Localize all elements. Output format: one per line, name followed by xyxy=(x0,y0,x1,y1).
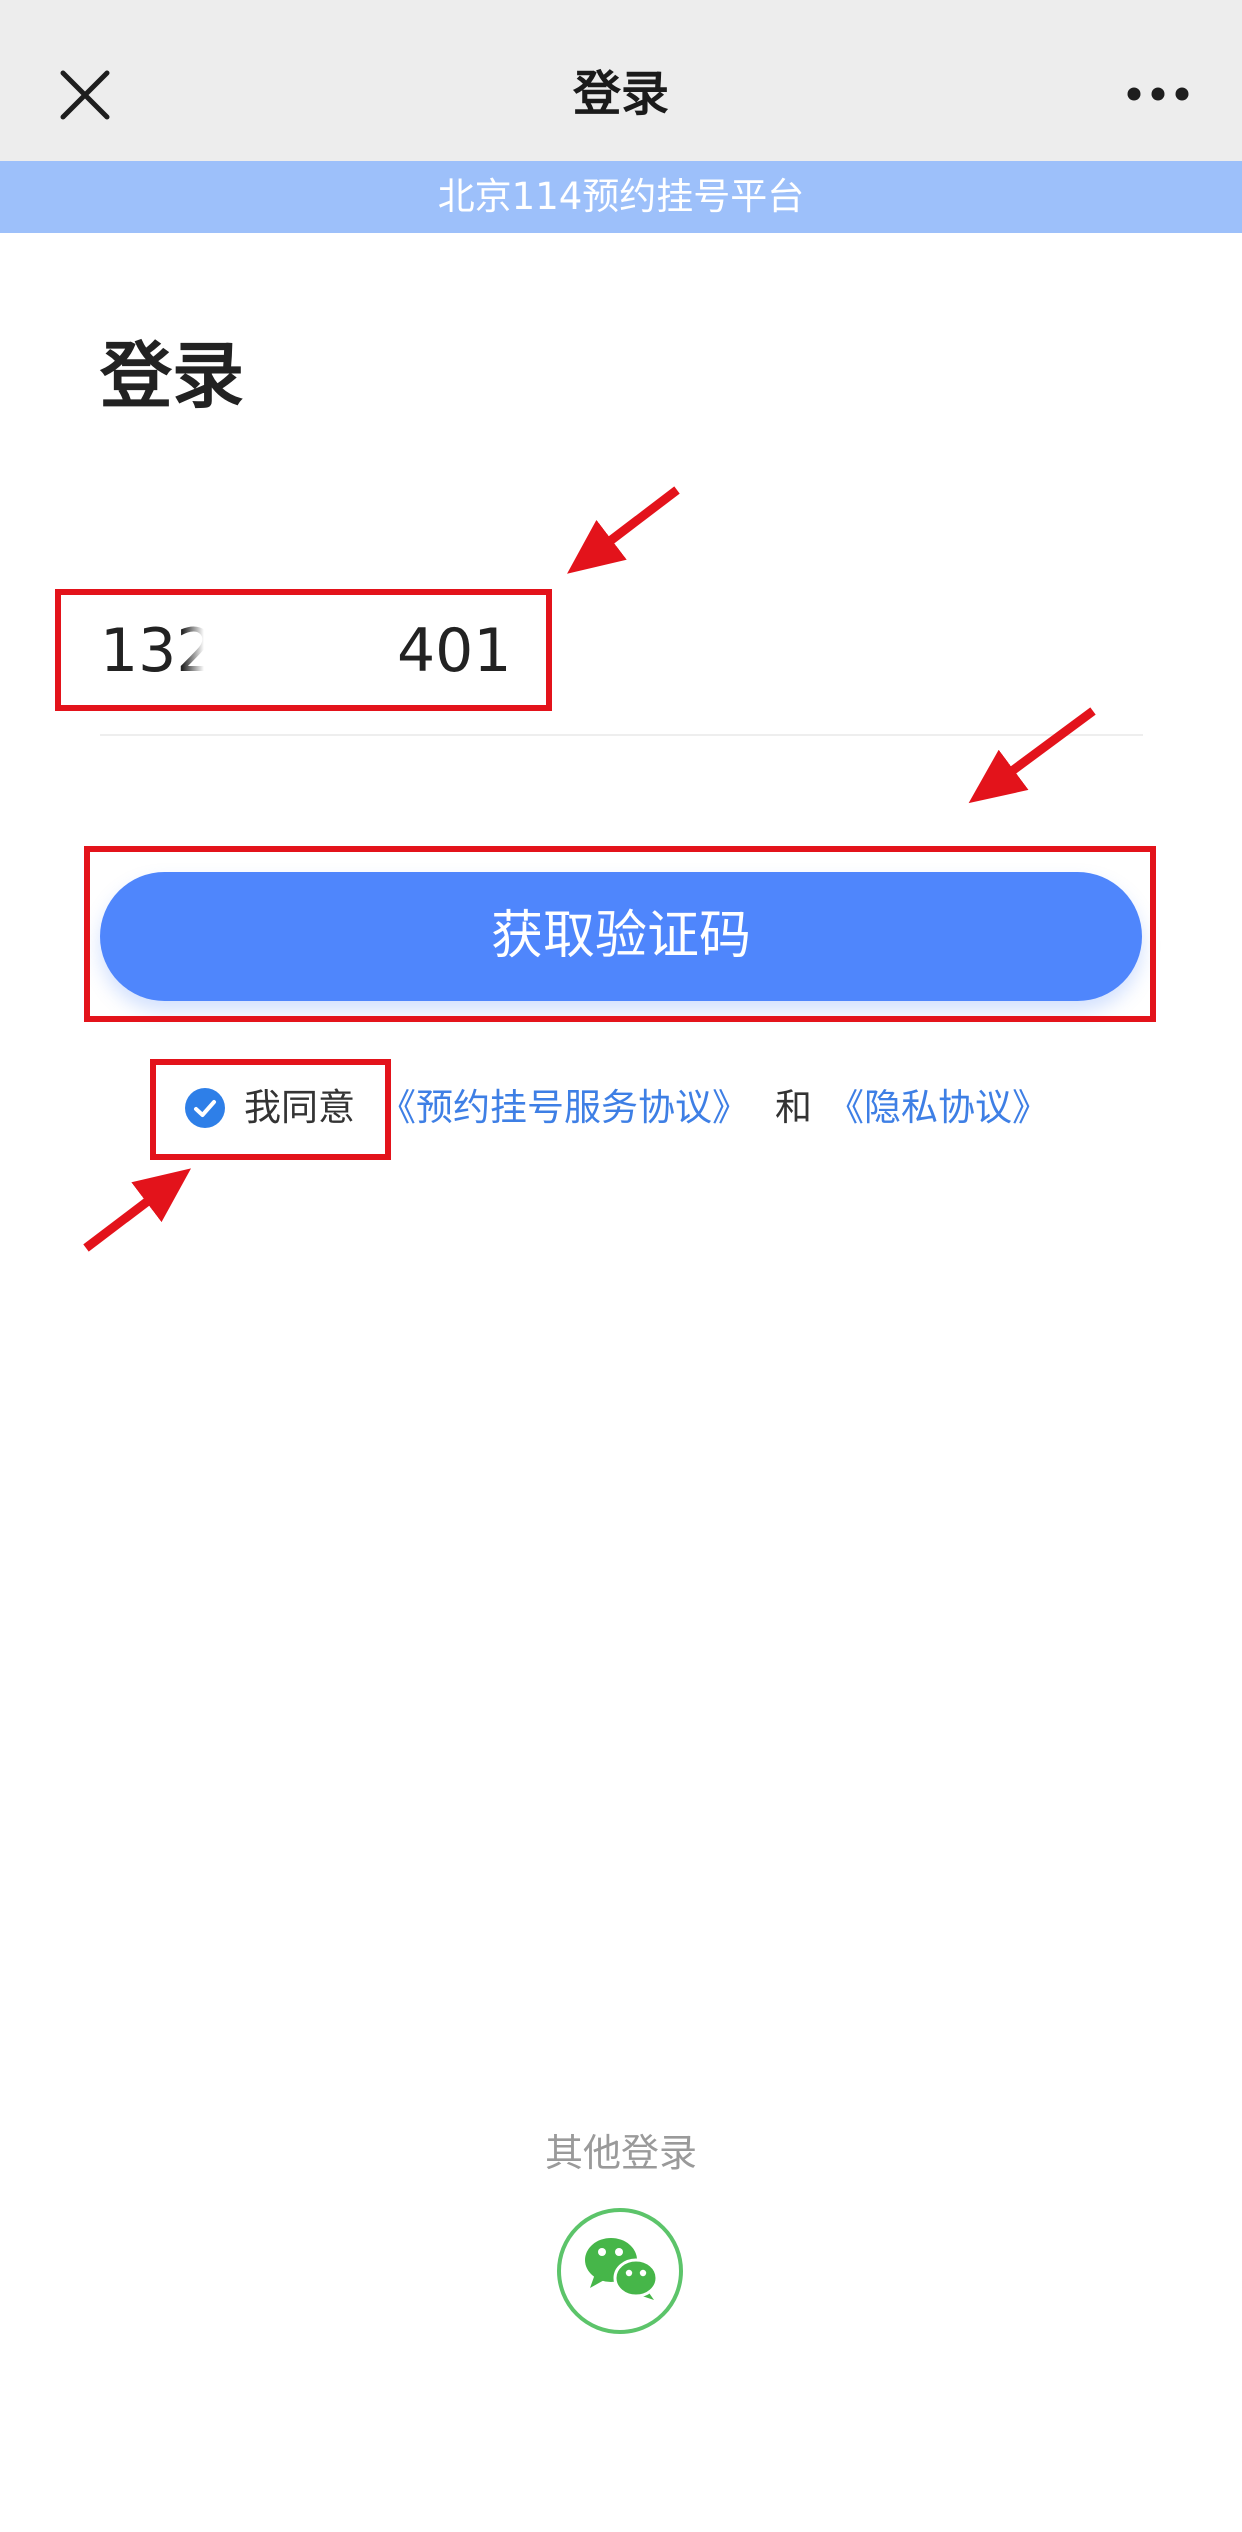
wechat-icon xyxy=(585,2238,659,2300)
more-button[interactable] xyxy=(1120,74,1196,114)
other-login-label: 其他登录 xyxy=(544,2131,697,2175)
agree-label: 我同意 xyxy=(244,1086,355,1129)
more-icon xyxy=(1127,87,1189,101)
red-arrow-icon xyxy=(83,1168,192,1252)
get-code-button[interactable]: 获取验证码 xyxy=(100,872,1142,1001)
service-agreement-link[interactable]: 《预约挂号服务协议》 xyxy=(379,1086,749,1130)
page-heading: 登录 xyxy=(100,334,245,418)
agree-checkbox[interactable] xyxy=(185,1088,225,1128)
phone-input[interactable]: 132 401 xyxy=(100,600,1143,704)
login-screen: 登录 北京114预约挂号平台 登录 132 401 获取验证码 我同意 《预约挂… xyxy=(0,0,1242,2532)
phone-privacy-mask xyxy=(182,614,396,688)
nav-bar: 登录 xyxy=(0,0,1242,161)
check-circle-icon xyxy=(194,1100,216,1117)
red-arrow-icon xyxy=(567,486,680,574)
privacy-policy-link[interactable]: 《隐私协议》 xyxy=(827,1086,1049,1130)
red-arrow-icon xyxy=(968,707,1096,804)
platform-banner: 北京114预约挂号平台 xyxy=(0,161,1242,233)
phone-input-underline xyxy=(100,734,1143,736)
and-label: 和 xyxy=(775,1086,812,1129)
nav-title: 登录 xyxy=(572,66,669,122)
wechat-login-button[interactable] xyxy=(557,2208,683,2334)
phone-number-suffix: 401 xyxy=(397,616,512,686)
